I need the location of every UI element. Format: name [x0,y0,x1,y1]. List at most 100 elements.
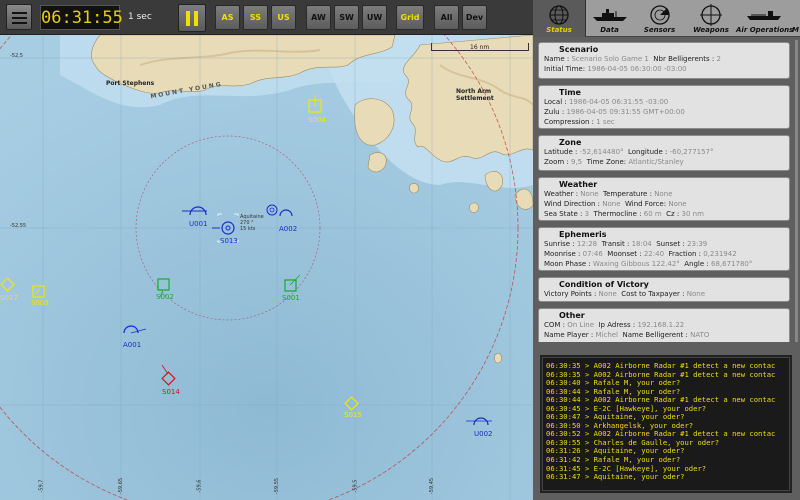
grid-lon-label: -59,6 [196,479,203,493]
moonset-value: 22:40 [643,250,665,258]
top-toolbar: 06:31:55 1 sec AS SS US AW SW UW Grid Al… [0,0,533,35]
tab-more-label: M [792,26,799,34]
grid-lon-label: -59,55 [274,477,281,495]
unit-label: U001 [189,220,208,228]
tab-more[interactable]: M [792,0,800,37]
unit-label: A002 [279,225,298,233]
weather-title: Weather [559,180,598,189]
status-scrollbar[interactable] [795,40,798,342]
game-clock: 06:31:55 [40,5,123,30]
angle-value: 68,671780° [711,260,753,268]
menu-button[interactable] [6,4,32,30]
tab-air-operations-label: Air Operations [736,26,794,34]
com-value: On Line [567,321,595,329]
moonrise-value: 07:46 [582,250,603,258]
tab-status-label: Status [546,26,572,34]
thermocline-value: 60 m [643,210,662,218]
transit-value: 18:04 [631,240,652,248]
tab-weapons-label: Weapons [693,26,729,34]
ephemeris-group: Ephemeris Sunrise : 12:28 Transit : 18:0… [538,227,790,271]
victory-title: Condition of Victory [559,280,649,289]
time-title: Time [559,88,581,97]
place-label: Port Stephens [106,80,155,87]
longitude-value: -60,277157° [669,148,714,156]
dev-button[interactable]: Dev [462,5,487,30]
ship-icon [592,9,627,21]
radar-icon [649,5,670,25]
wind-direction-value: None [602,200,621,208]
filter-uw-button[interactable]: UW [362,5,387,30]
unit-label: A001 [123,341,142,349]
filter-as-button[interactable]: AS [215,5,240,30]
weather-group: Weather Weather : None Temperature : Non… [538,177,790,221]
moon-phase-value: Waxing Gibbous 122.42° [593,260,680,268]
scenario-title: Scenario [559,45,599,54]
cz-value: 30 nm [681,210,704,218]
carrier-icon [747,11,781,20]
latitude-value: -52,614480° [579,148,624,156]
tab-data[interactable]: Data [586,0,633,37]
unit-label: S001 [282,294,300,302]
belligerents-count: 2 [716,55,721,63]
belligerent-name-value: NATO [690,331,710,339]
pause-button[interactable] [178,4,206,32]
crosshair-icon [700,4,722,26]
tab-air-operations[interactable]: Air Operations [736,0,794,37]
filter-ss-button[interactable]: SS [243,5,268,30]
tab-weapons[interactable]: Weapons [686,0,736,37]
panel-tabs: Status Data Sensors Weapons Air Operatio… [533,0,800,37]
unit-label: S002 [156,293,174,301]
unit-label: S015 [344,411,362,419]
filter-aw-button[interactable]: AW [306,5,331,30]
unit-label: S014 [162,388,180,396]
grid-lon-label: -59,45 [429,477,436,495]
grid-lat-label: -52,55 [10,223,27,229]
tactical-map[interactable]: 16 nm Port Stephens MOUNT YOUNG North Ar… [0,35,533,500]
sunrise-value: 12:28 [576,240,598,248]
wind-force-value: None [668,200,687,208]
status-panel: Scenario Name : Scenario Solo Game 1 Nbr… [538,40,795,342]
sunset-value: 23:39 [687,240,708,248]
zulu-time: 1986-04-05 09:31:55 GMT+00:00 [566,108,685,116]
message-console[interactable]: 06:30:35 > A002 Airborne Radar #1 detect… [540,355,792,493]
time-compression[interactable]: 1 sec [124,5,176,30]
player-name-value: Michel [595,331,619,339]
compression-value: 1 sec [596,118,615,126]
sea-state-value: 3 [584,210,590,218]
cost-taxpayer-value: None [686,290,705,298]
scale-label: 16 nm [470,44,490,51]
tab-sensors-label: Sensors [643,26,676,34]
weather-value: None [580,190,599,198]
initial-time: 1986-04-05 06:30:00 -03:00 [587,65,687,73]
filter-us-button[interactable]: US [271,5,296,30]
zoom-value: 9,5 [571,158,583,166]
grid-lon-label: -59,7 [38,479,45,493]
tab-status[interactable]: Status [533,0,586,37]
unit-label: U002 [474,430,493,438]
selected-unit-info: Aquitaine 270 ° 15 kts [240,214,264,232]
unit-label: S013 [220,237,238,245]
ip-value: 192.168.1.22 [637,321,685,329]
temperature-value: None [654,190,673,198]
scenario-name: Scenario Solo Game 1 [571,55,649,63]
globe-icon [549,5,569,25]
unit-label: S017 [0,294,18,302]
unit-label: S004 [308,116,326,124]
other-title: Other [559,311,585,320]
grid-button[interactable]: Grid [396,5,424,30]
grid-lon-label: -59,65 [118,477,125,495]
scenario-group: Scenario Name : Scenario Solo Game 1 Nbr… [538,42,790,79]
place-label: North Arm Settlement [456,88,494,102]
timezone-value: Atlantic/Stanley [628,158,684,166]
all-button[interactable]: All [434,5,459,30]
victory-points-value: None [598,290,617,298]
console-line: 06:31:47 > Aquitaine, your oder? [546,472,685,482]
other-group: Other COM : On Line Ip Adress : 192.168.… [538,308,790,342]
right-panel: Status Data Sensors Weapons Air Operatio… [533,0,800,500]
victory-group: Condition of Victory Victory Points : No… [538,277,790,302]
unit-label: S003 [31,299,49,307]
tab-sensors[interactable]: Sensors [633,0,686,37]
filter-sw-button[interactable]: SW [334,5,359,30]
pause-icon [186,11,190,26]
selected-unit-speed: 15 kts [240,226,256,232]
